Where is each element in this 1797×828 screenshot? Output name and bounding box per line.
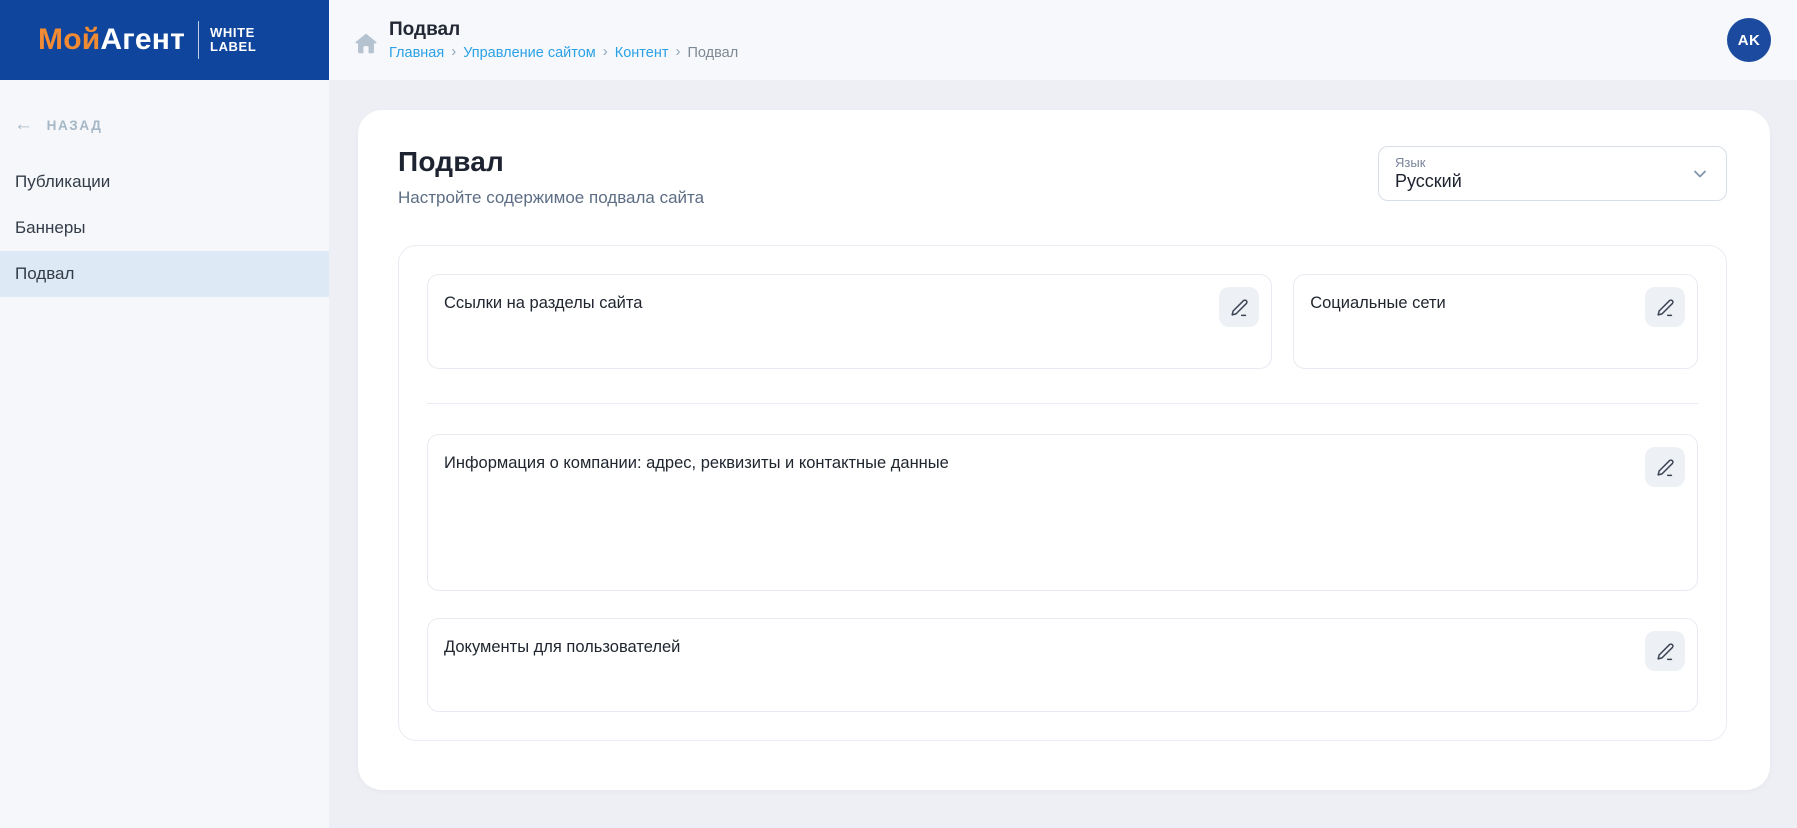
- breadcrumb-link-home[interactable]: Главная: [389, 45, 444, 61]
- page-title: Подвал: [389, 19, 461, 40]
- sidebar-item-publications[interactable]: Публикации: [0, 159, 329, 205]
- home-icon[interactable]: [352, 30, 380, 58]
- white-label-badge: WHITE LABEL: [210, 25, 257, 54]
- logo-secondary-text: Агент: [100, 23, 186, 56]
- edit-user-documents-button[interactable]: [1645, 631, 1685, 671]
- logo-primary-text: Мой: [38, 23, 101, 56]
- sidebar-item-footer[interactable]: Подвал: [0, 251, 329, 297]
- sidebar-item-label: Подвал: [15, 264, 75, 283]
- pen-line-icon: [1231, 298, 1248, 316]
- brand-logo[interactable]: МойАгент WHITE LABEL: [0, 0, 329, 80]
- edit-company-info-button[interactable]: [1645, 447, 1685, 487]
- section-subtitle: Настройте содержимое подвала сайта: [398, 188, 705, 207]
- breadcrumb-link-site-management[interactable]: Управление сайтом: [463, 45, 596, 61]
- panel-header: Подвал Настройте содержимое подвала сайт…: [398, 146, 1727, 208]
- card-title: Информация о компании: адрес, реквизиты …: [444, 454, 949, 472]
- language-select[interactable]: Язык Русский: [1378, 146, 1727, 201]
- edit-social-networks-button[interactable]: [1645, 287, 1685, 327]
- card-company-info: Информация о компании: адрес, реквизиты …: [427, 434, 1698, 591]
- footer-settings-panel: Подвал Настройте содержимое подвала сайт…: [358, 110, 1770, 790]
- section-title: Подвал: [398, 146, 505, 177]
- app-root: МойАгент WHITE LABEL ← НАЗАД Публикации …: [0, 0, 1797, 828]
- breadcrumb: Главная › Управление сайтом › Контент › …: [389, 43, 739, 61]
- chevron-down-icon: [1694, 170, 1706, 177]
- sidebar-item-banners[interactable]: Баннеры: [0, 205, 329, 251]
- language-select-value: Русский: [1395, 171, 1462, 191]
- pen-line-icon: [1656, 642, 1674, 660]
- section-divider: [427, 403, 1698, 404]
- back-arrow-icon: ←: [14, 114, 35, 135]
- back-label: НАЗАД: [46, 118, 103, 133]
- topbar-titles: Подвал Главная › Управление сайтом › Кон…: [389, 19, 738, 61]
- card-social-networks: Социальные сети: [1293, 274, 1698, 369]
- card-title: Ссылки на разделы сайта: [444, 294, 643, 312]
- card-user-documents: Документы для пользователей: [427, 618, 1698, 712]
- breadcrumb-separator: ›: [602, 43, 608, 60]
- topbar: Подвал Главная › Управление сайтом › Кон…: [329, 0, 1797, 80]
- sidebar-nav: Публикации Баннеры Подвал: [0, 159, 329, 297]
- back-button[interactable]: ← НАЗАД: [14, 114, 329, 135]
- avatar-initials: AK: [1737, 31, 1761, 49]
- logo-wordmark: МойАгент: [38, 23, 185, 57]
- edit-site-links-button[interactable]: [1219, 287, 1260, 327]
- sidebar: МойАгент WHITE LABEL ← НАЗАД Публикации …: [0, 0, 329, 828]
- card-site-links: Ссылки на разделы сайта: [427, 274, 1273, 369]
- breadcrumb-separator: ›: [451, 43, 457, 60]
- main-area: Подвал Настройте содержимое подвала сайт…: [329, 80, 1797, 828]
- footer-blocks-group: Ссылки на разделы сайта Социальные сети: [398, 245, 1727, 741]
- pen-line-icon: [1656, 458, 1674, 476]
- user-avatar[interactable]: AK: [1727, 18, 1771, 62]
- language-select-texts: Язык Русский: [1395, 155, 1690, 192]
- breadcrumb-separator: ›: [675, 43, 681, 60]
- breadcrumb-current: Подвал: [687, 44, 739, 61]
- sidebar-item-label: Публикации: [15, 172, 111, 191]
- cards-row: Ссылки на разделы сайта Социальные сети: [427, 274, 1698, 369]
- card-title: Документы для пользователей: [444, 638, 681, 656]
- card-title: Социальные сети: [1310, 294, 1446, 312]
- content-column: Подвал Главная › Управление сайтом › Кон…: [329, 0, 1797, 828]
- sidebar-item-label: Баннеры: [15, 218, 86, 237]
- language-select-label: Язык: [1395, 155, 1426, 170]
- breadcrumb-link-content[interactable]: Контент: [615, 45, 669, 61]
- pen-line-icon: [1656, 298, 1674, 316]
- panel-titles: Подвал Настройте содержимое подвала сайт…: [398, 146, 1378, 208]
- logo-divider: [198, 21, 200, 59]
